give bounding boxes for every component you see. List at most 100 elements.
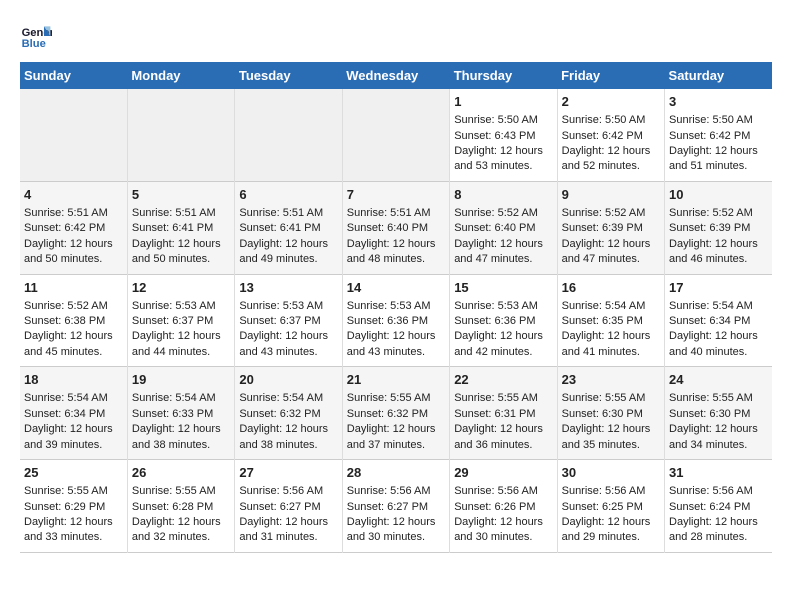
day-info: Sunrise: 5:50 AMSunset: 6:43 PMDaylight:…: [454, 114, 543, 172]
day-number: 4: [24, 186, 123, 204]
day-header-tuesday: Tuesday: [235, 62, 342, 89]
week-row-4: 18Sunrise: 5:54 AMSunset: 6:34 PMDayligh…: [20, 367, 772, 460]
logo: General Blue: [20, 20, 56, 52]
day-info: Sunrise: 5:55 AMSunset: 6:29 PMDaylight:…: [24, 485, 113, 543]
day-cell-3: 3 Sunrise: 5:50 AMSunset: 6:42 PMDaylight…: [665, 89, 772, 181]
day-cell-7: 7 Sunrise: 5:51 AMSunset: 6:40 PMDaylight…: [342, 181, 449, 274]
day-info: Sunrise: 5:51 AMSunset: 6:42 PMDaylight:…: [24, 207, 113, 265]
day-info: Sunrise: 5:52 AMSunset: 6:40 PMDaylight:…: [454, 207, 543, 265]
day-cell-empty: [127, 89, 234, 181]
day-header-saturday: Saturday: [665, 62, 772, 89]
day-cell-4: 4 Sunrise: 5:51 AMSunset: 6:42 PMDaylight…: [20, 181, 127, 274]
week-row-5: 25 Sunrise: 5:55 AMSunset: 6:29 PMDayligh…: [20, 460, 772, 553]
day-cell-empty: [342, 89, 449, 181]
header-row: SundayMondayTuesdayWednesdayThursdayFrid…: [20, 62, 772, 89]
page-header: General Blue: [20, 20, 772, 52]
day-cell-28: 28 Sunrise: 5:56 AMSunset: 6:27 PMDayligh…: [342, 460, 449, 553]
day-info: Sunrise: 5:52 AMSunset: 6:38 PMDaylight:…: [24, 300, 113, 358]
day-info: Sunrise: 5:53 AMSunset: 6:36 PMDaylight:…: [347, 300, 436, 358]
day-cell-26: 26 Sunrise: 5:55 AMSunset: 6:28 PMDayligh…: [127, 460, 234, 553]
day-number: 17: [669, 279, 768, 297]
day-header-wednesday: Wednesday: [342, 62, 449, 89]
day-cell-23: 23 Sunrise: 5:55 AMSunset: 6:30 PMDayligh…: [557, 367, 664, 460]
week-row-3: 11 Sunrise: 5:52 AMSunset: 6:38 PMDayligh…: [20, 274, 772, 367]
day-number: 20: [239, 371, 337, 389]
day-number: 23: [562, 371, 660, 389]
day-number: 9: [562, 186, 660, 204]
day-info: Sunrise: 5:54 AMSunset: 6:32 PMDaylight:…: [239, 392, 328, 450]
day-info: Sunrise: 5:50 AMSunset: 6:42 PMDaylight:…: [669, 114, 758, 172]
day-info: Sunrise: 5:53 AMSunset: 6:36 PMDaylight:…: [454, 300, 543, 358]
day-info: Sunrise: 5:51 AMSunset: 6:40 PMDaylight:…: [347, 207, 436, 265]
day-info: Sunrise: 5:55 AMSunset: 6:30 PMDaylight:…: [669, 392, 758, 450]
day-number: 31: [669, 464, 768, 482]
day-info: Sunrise: 5:55 AMSunset: 6:28 PMDaylight:…: [132, 485, 221, 543]
day-header-thursday: Thursday: [450, 62, 557, 89]
week-row-2: 4 Sunrise: 5:51 AMSunset: 6:42 PMDaylight…: [20, 181, 772, 274]
day-number: 29: [454, 464, 552, 482]
day-number: 19: [132, 371, 230, 389]
day-info: Sunrise: 5:52 AMSunset: 6:39 PMDaylight:…: [669, 207, 758, 265]
day-cell-22: 22 Sunrise: 5:55 AMSunset: 6:31 PMDayligh…: [450, 367, 557, 460]
day-number: 13: [239, 279, 337, 297]
day-number: 2: [562, 93, 660, 111]
day-cell-6: 6 Sunrise: 5:51 AMSunset: 6:41 PMDaylight…: [235, 181, 342, 274]
day-number: 7: [347, 186, 445, 204]
day-cell-31: 31 Sunrise: 5:56 AMSunset: 6:24 PMDayligh…: [665, 460, 772, 553]
day-number: 1: [454, 93, 552, 111]
day-info: Sunrise: 5:56 AMSunset: 6:26 PMDaylight:…: [454, 485, 543, 543]
day-info: Sunrise: 5:56 AMSunset: 6:24 PMDaylight:…: [669, 485, 758, 543]
svg-text:Blue: Blue: [22, 38, 46, 50]
day-cell-9: 9 Sunrise: 5:52 AMSunset: 6:39 PMDaylight…: [557, 181, 664, 274]
day-cell-27: 27Sunrise: 5:56 AMSunset: 6:27 PMDayligh…: [235, 460, 342, 553]
day-info: Sunrise: 5:54 AMSunset: 6:34 PMDaylight:…: [24, 392, 113, 450]
day-cell-18: 18Sunrise: 5:54 AMSunset: 6:34 PMDayligh…: [20, 367, 127, 460]
day-number: 21: [347, 371, 445, 389]
day-number: 22: [454, 371, 552, 389]
day-cell-10: 10Sunrise: 5:52 AMSunset: 6:39 PMDayligh…: [665, 181, 772, 274]
day-cell-1: 1 Sunrise: 5:50 AMSunset: 6:43 PMDaylight…: [450, 89, 557, 181]
day-number: 26: [132, 464, 230, 482]
day-info: Sunrise: 5:53 AMSunset: 6:37 PMDaylight:…: [239, 300, 328, 358]
day-info: Sunrise: 5:55 AMSunset: 6:31 PMDaylight:…: [454, 392, 543, 450]
day-number: 5: [132, 186, 230, 204]
day-info: Sunrise: 5:55 AMSunset: 6:32 PMDaylight:…: [347, 392, 436, 450]
day-info: Sunrise: 5:50 AMSunset: 6:42 PMDaylight:…: [562, 114, 651, 172]
day-cell-empty: [20, 89, 127, 181]
day-cell-21: 21 Sunrise: 5:55 AMSunset: 6:32 PMDayligh…: [342, 367, 449, 460]
day-number: 3: [669, 93, 768, 111]
week-row-1: 1 Sunrise: 5:50 AMSunset: 6:43 PMDaylight…: [20, 89, 772, 181]
day-cell-12: 12Sunrise: 5:53 AMSunset: 6:37 PMDayligh…: [127, 274, 234, 367]
day-header-friday: Friday: [557, 62, 664, 89]
day-cell-14: 14Sunrise: 5:53 AMSunset: 6:36 PMDayligh…: [342, 274, 449, 367]
day-info: Sunrise: 5:55 AMSunset: 6:30 PMDaylight:…: [562, 392, 651, 450]
day-cell-30: 30 Sunrise: 5:56 AMSunset: 6:25 PMDayligh…: [557, 460, 664, 553]
day-number: 24: [669, 371, 768, 389]
day-cell-16: 16 Sunrise: 5:54 AMSunset: 6:35 PMDayligh…: [557, 274, 664, 367]
day-info: Sunrise: 5:56 AMSunset: 6:25 PMDaylight:…: [562, 485, 651, 543]
day-number: 15: [454, 279, 552, 297]
day-cell-empty: [235, 89, 342, 181]
day-number: 28: [347, 464, 445, 482]
day-cell-24: 24 Sunrise: 5:55 AMSunset: 6:30 PMDayligh…: [665, 367, 772, 460]
day-number: 11: [24, 279, 123, 297]
day-cell-8: 8Sunrise: 5:52 AMSunset: 6:40 PMDaylight…: [450, 181, 557, 274]
day-cell-25: 25 Sunrise: 5:55 AMSunset: 6:29 PMDayligh…: [20, 460, 127, 553]
day-cell-11: 11 Sunrise: 5:52 AMSunset: 6:38 PMDayligh…: [20, 274, 127, 367]
day-number: 25: [24, 464, 123, 482]
calendar-table: SundayMondayTuesdayWednesdayThursdayFrid…: [20, 62, 772, 553]
day-number: 6: [239, 186, 337, 204]
day-info: Sunrise: 5:51 AMSunset: 6:41 PMDaylight:…: [239, 207, 328, 265]
day-cell-29: 29 Sunrise: 5:56 AMSunset: 6:26 PMDayligh…: [450, 460, 557, 553]
day-info: Sunrise: 5:54 AMSunset: 6:35 PMDaylight:…: [562, 300, 651, 358]
day-number: 30: [562, 464, 660, 482]
day-info: Sunrise: 5:56 AMSunset: 6:27 PMDaylight:…: [347, 485, 436, 543]
day-header-sunday: Sunday: [20, 62, 127, 89]
day-number: 16: [562, 279, 660, 297]
day-info: Sunrise: 5:52 AMSunset: 6:39 PMDaylight:…: [562, 207, 651, 265]
day-info: Sunrise: 5:56 AMSunset: 6:27 PMDaylight:…: [239, 485, 328, 543]
day-number: 12: [132, 279, 230, 297]
logo-icon: General Blue: [20, 20, 52, 52]
day-header-monday: Monday: [127, 62, 234, 89]
day-cell-2: 2 Sunrise: 5:50 AMSunset: 6:42 PMDaylight…: [557, 89, 664, 181]
